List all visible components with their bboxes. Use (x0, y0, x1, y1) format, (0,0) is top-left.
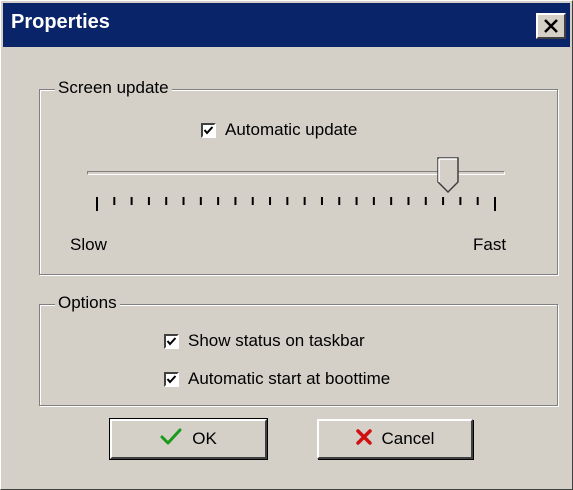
cancel-label: Cancel (381, 429, 435, 448)
close-button[interactable] (536, 13, 566, 39)
automatic-update-checkbox[interactable] (201, 122, 216, 138)
options-legend: Options (55, 293, 120, 313)
window-title: Properties (11, 11, 110, 33)
automatic-update-label: Automatic update (225, 120, 358, 139)
checkmark-icon (166, 336, 177, 346)
auto-start-label: Automatic start at boottime (188, 369, 391, 388)
auto-start-checkbox[interactable] (164, 371, 179, 387)
automatic-update-row[interactable]: Automatic update (201, 120, 357, 140)
close-icon (544, 19, 558, 33)
title-bar[interactable]: Properties (3, 3, 570, 47)
show-status-label: Show status on taskbar (188, 331, 365, 350)
screen-update-legend: Screen update (55, 78, 172, 98)
ok-label: OK (192, 429, 217, 448)
cancel-button[interactable]: Cancel (317, 419, 473, 459)
slider-max-label: Fast (473, 235, 507, 254)
auto-start-row[interactable]: Automatic start at boottime (164, 369, 390, 389)
show-status-checkbox[interactable] (164, 333, 179, 349)
checkmark-icon (160, 428, 182, 451)
slider-min-label: Slow (70, 235, 107, 254)
checkmark-icon (166, 374, 177, 384)
show-status-row[interactable]: Show status on taskbar (164, 331, 365, 351)
checkmark-icon (203, 125, 214, 135)
red-x-icon (355, 428, 372, 450)
slider-ticks (96, 197, 496, 211)
speed-slider-thumb[interactable] (437, 157, 459, 193)
options-group (39, 304, 558, 406)
ok-button[interactable]: OK (109, 418, 268, 460)
properties-dialog: Properties Screen update Automatic updat… (0, 0, 573, 490)
